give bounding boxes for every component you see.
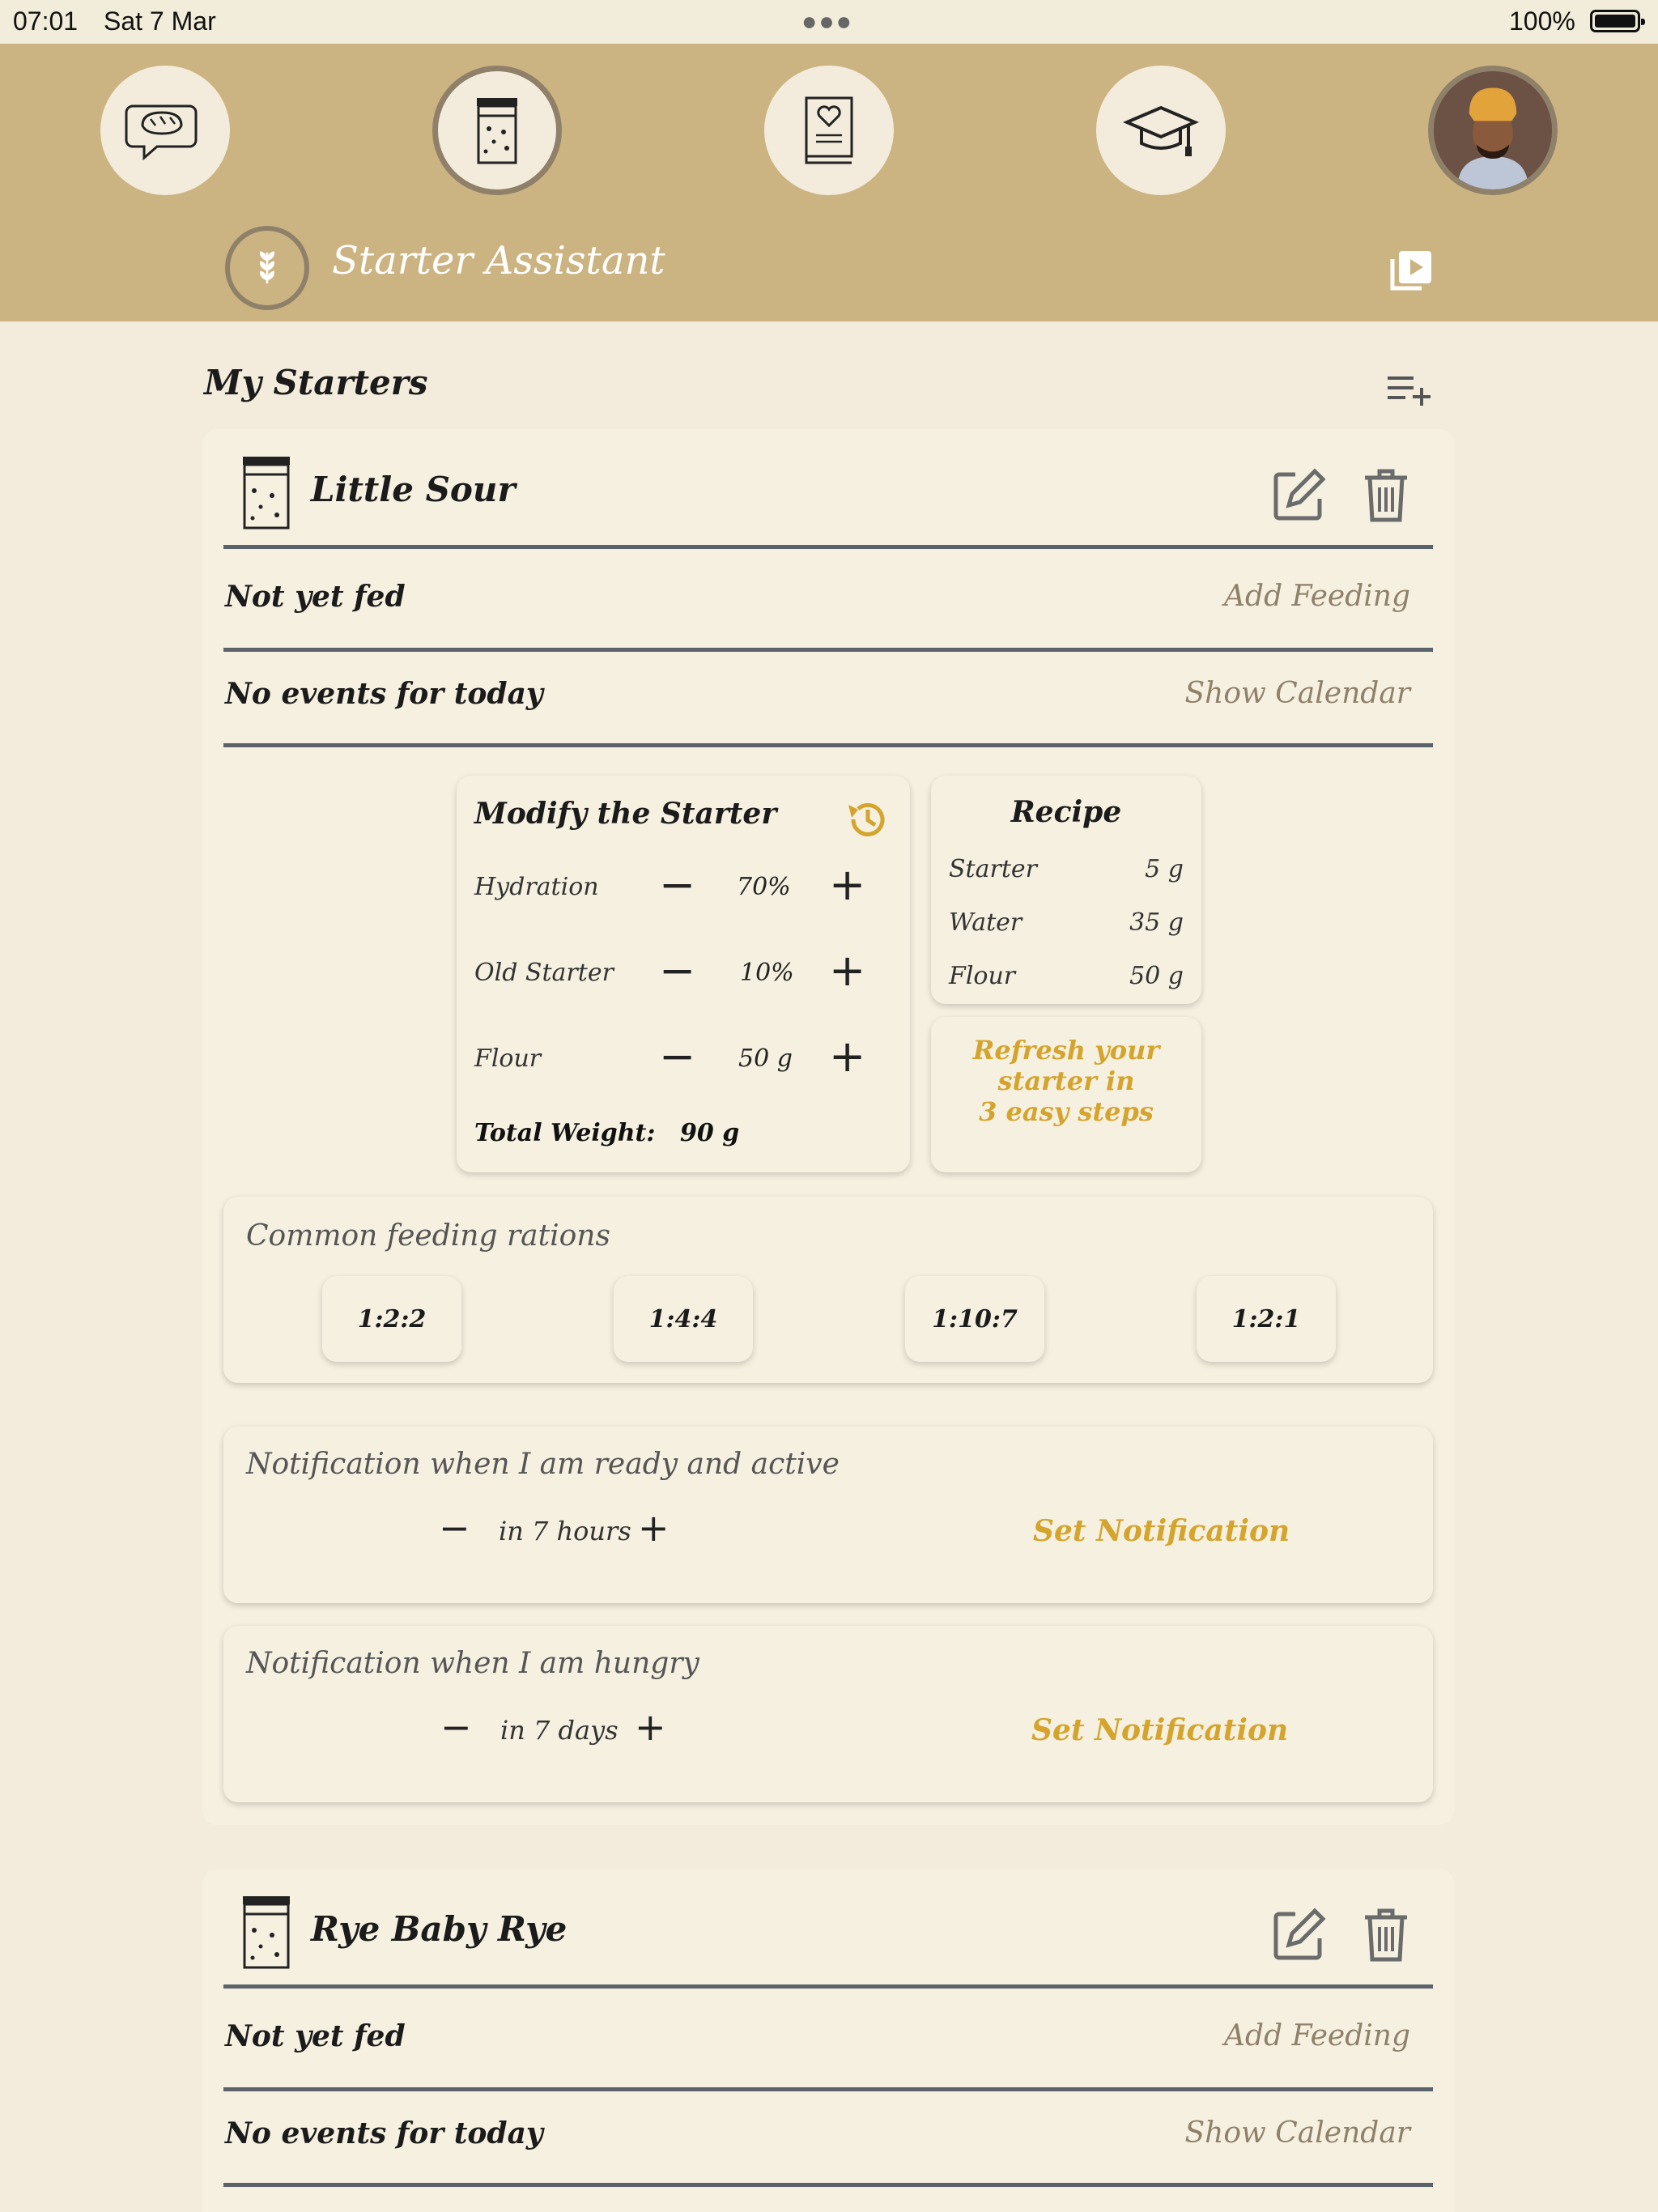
set-ready-notification-button[interactable]: Set Notification <box>1033 1514 1290 1548</box>
starter-name: Little Sour <box>311 470 516 509</box>
starter-card: Rye Baby Rye Not yet fed Add Feeding No … <box>202 1869 1454 2212</box>
flour-decrease-button[interactable]: − <box>659 1035 695 1078</box>
divider <box>223 648 1433 652</box>
divider <box>223 545 1433 549</box>
starter-jar-icon <box>243 457 290 530</box>
bread-chat-icon <box>125 104 198 161</box>
hungry-notification-title: Notification when I am hungry <box>246 1647 699 1680</box>
battery-percent: 100% <box>1509 6 1575 36</box>
recipe-flour-value: 50 g <box>1129 962 1184 990</box>
old-starter-value: 10% <box>740 959 794 987</box>
set-hungry-notification-button[interactable]: Set Notification <box>1031 1713 1288 1747</box>
starter-card: Little Sour Not yet fed Add Feeding No e… <box>202 429 1454 1825</box>
ready-notification-panel: Notification when I am ready and active … <box>223 1427 1433 1603</box>
ready-increase-button[interactable]: + <box>638 1506 670 1550</box>
edit-icon[interactable] <box>1271 466 1328 523</box>
ready-notification-value: in 7 hours <box>499 1516 631 1546</box>
hydration-value: 70% <box>737 873 791 901</box>
starter-assistant-logo <box>225 226 309 310</box>
refresh-guide-text: Refresh your starter in 3 easy steps <box>931 1035 1201 1127</box>
nav-chat-button[interactable] <box>100 66 230 195</box>
recipe-starter-value: 5 g <box>1145 855 1184 883</box>
starter-jar-icon <box>477 98 517 164</box>
feeding-status: Not yet fed <box>225 580 406 614</box>
flour-label: Flour <box>474 1044 542 1073</box>
status-date: Sat 7 Mar <box>104 6 216 36</box>
ready-notification-title: Notification when I am ready and active <box>246 1448 840 1481</box>
user-avatar <box>1434 71 1552 189</box>
old-starter-decrease-button[interactable]: − <box>659 949 695 993</box>
multitask-dots-icon[interactable]: ●●● <box>801 6 853 36</box>
divider <box>223 743 1433 747</box>
total-weight-value: 90 g <box>680 1119 740 1147</box>
divider <box>223 2183 1433 2187</box>
graduation-cap-icon <box>1122 105 1200 156</box>
flour-value: 50 g <box>738 1044 793 1073</box>
recipe-water-value: 35 g <box>1129 908 1184 937</box>
show-calendar-link[interactable]: Show Calendar <box>1184 677 1410 710</box>
divider <box>223 2087 1433 2091</box>
battery-icon <box>1590 10 1645 32</box>
recipe-panel: Recipe Starter 5 g Water 35 g Flour 50 g <box>931 776 1201 1004</box>
old-starter-increase-button[interactable]: + <box>829 949 865 993</box>
add-feeding-link[interactable]: Add Feeding <box>1224 2019 1410 2052</box>
page-title: Starter Assistant <box>332 238 665 283</box>
delete-icon[interactable] <box>1362 466 1410 523</box>
add-starter-icon[interactable] <box>1384 368 1433 409</box>
refresh-line-1: Refresh your <box>972 1035 1160 1066</box>
starter-jar-icon <box>243 1896 290 1969</box>
starter-name: Rye Baby Rye <box>311 1909 568 1949</box>
modify-title: Modify the Starter <box>474 797 777 831</box>
feeding-status: Not yet fed <box>225 2019 406 2053</box>
refresh-guide-button[interactable]: Refresh your starter in 3 easy steps <box>931 1017 1201 1172</box>
ration-option-button[interactable]: 1:2:2 <box>322 1276 461 1362</box>
refresh-line-3: 3 easy steps <box>979 1096 1154 1127</box>
total-weight-label: Total Weight: <box>474 1119 656 1147</box>
events-status: No events for today <box>225 2116 543 2150</box>
nav-recipes-button[interactable] <box>764 66 894 195</box>
recipe-book-icon <box>805 96 853 164</box>
wheat-icon <box>260 251 274 284</box>
recipe-starter-label: Starter <box>949 855 1037 883</box>
status-bar: 07:01 Sat 7 Mar ●●● 100% <box>0 0 1658 44</box>
modify-starter-panel: Modify the Starter Hydration − 70% + Old… <box>457 776 910 1172</box>
recipe-flour-label: Flour <box>949 962 1016 990</box>
hungry-increase-button[interactable]: + <box>635 1705 666 1749</box>
recipe-title: Recipe <box>1010 795 1122 829</box>
ration-option-button[interactable]: 1:4:4 <box>614 1276 753 1362</box>
rations-title: Common feeding rations <box>246 1219 610 1253</box>
status-time: 07:01 <box>13 6 79 36</box>
hydration-label: Hydration <box>474 873 599 901</box>
show-calendar-link[interactable]: Show Calendar <box>1184 2116 1410 2150</box>
delete-icon[interactable] <box>1362 1906 1410 1963</box>
events-status: No events for today <box>225 677 543 711</box>
nav-learn-button[interactable] <box>1096 66 1226 195</box>
hungry-decrease-button[interactable]: − <box>440 1705 472 1749</box>
section-title: My Starters <box>204 363 428 402</box>
old-starter-label: Old Starter <box>474 959 614 987</box>
edit-icon[interactable] <box>1271 1906 1328 1963</box>
add-feeding-link[interactable]: Add Feeding <box>1224 580 1410 613</box>
app-header: Starter Assistant <box>0 44 1658 321</box>
hungry-notification-value: in 7 days <box>500 1715 619 1746</box>
hydration-increase-button[interactable]: + <box>829 863 865 907</box>
flour-increase-button[interactable]: + <box>829 1035 865 1078</box>
nav-starter-button[interactable] <box>432 66 562 195</box>
hydration-decrease-button[interactable]: − <box>659 863 695 907</box>
nav-profile-avatar[interactable] <box>1428 66 1558 195</box>
ration-option-button[interactable]: 1:10:7 <box>905 1276 1044 1362</box>
recipe-water-label: Water <box>949 908 1022 937</box>
ration-option-button[interactable]: 1:2:1 <box>1197 1276 1336 1362</box>
divider <box>223 1984 1433 1989</box>
hungry-notification-panel: Notification when I am hungry − in 7 day… <box>223 1626 1433 1802</box>
feeding-rations-panel: Common feeding rations 1:2:2 1:4:4 1:10:… <box>223 1197 1433 1383</box>
ready-decrease-button[interactable]: − <box>439 1506 470 1550</box>
refresh-line-2: starter in <box>997 1066 1135 1096</box>
history-icon[interactable] <box>845 797 891 842</box>
video-library-icon[interactable] <box>1388 246 1436 295</box>
